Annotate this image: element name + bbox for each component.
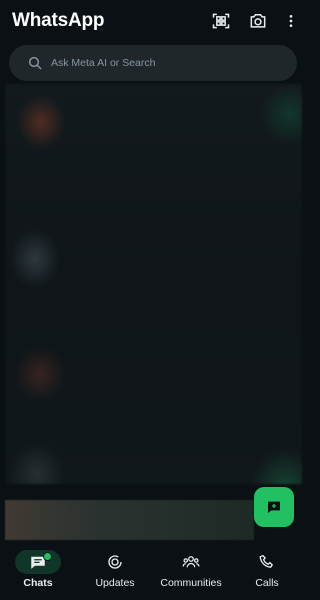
tab-updates[interactable]: Updates [91,542,139,600]
calls-icon [244,550,290,574]
tab-label-chats: Chats [23,577,53,589]
search-bar[interactable]: Ask Meta AI or Search [9,45,297,81]
qr-scan-icon[interactable] [210,10,232,32]
communities-icon [168,550,214,574]
camera-icon[interactable] [247,10,269,32]
chat-list-blurred[interactable] [5,84,302,484]
search-placeholder: Ask Meta AI or Search [51,57,156,69]
unread-badge [43,552,52,561]
top-app-bar: WhatsApp [0,0,306,44]
tab-communities[interactable]: Communities [158,542,224,600]
tab-chats[interactable]: Chats [14,542,62,600]
bottom-nav: Chats Updates Communities Calls [0,542,306,600]
new-chat-icon [268,501,280,513]
tab-label-calls: Calls [255,577,279,589]
tab-label-updates: Updates [95,577,135,589]
chats-icon [15,550,61,574]
new-chat-button[interactable] [254,487,294,527]
app-title: WhatsApp [12,10,105,31]
more-vert-icon[interactable] [283,10,299,32]
updates-icon [92,550,138,574]
search-icon [27,55,43,71]
tab-calls[interactable]: Calls [244,542,290,600]
chat-list-item-blurred[interactable] [5,500,254,540]
tab-label-communities: Communities [160,577,222,589]
